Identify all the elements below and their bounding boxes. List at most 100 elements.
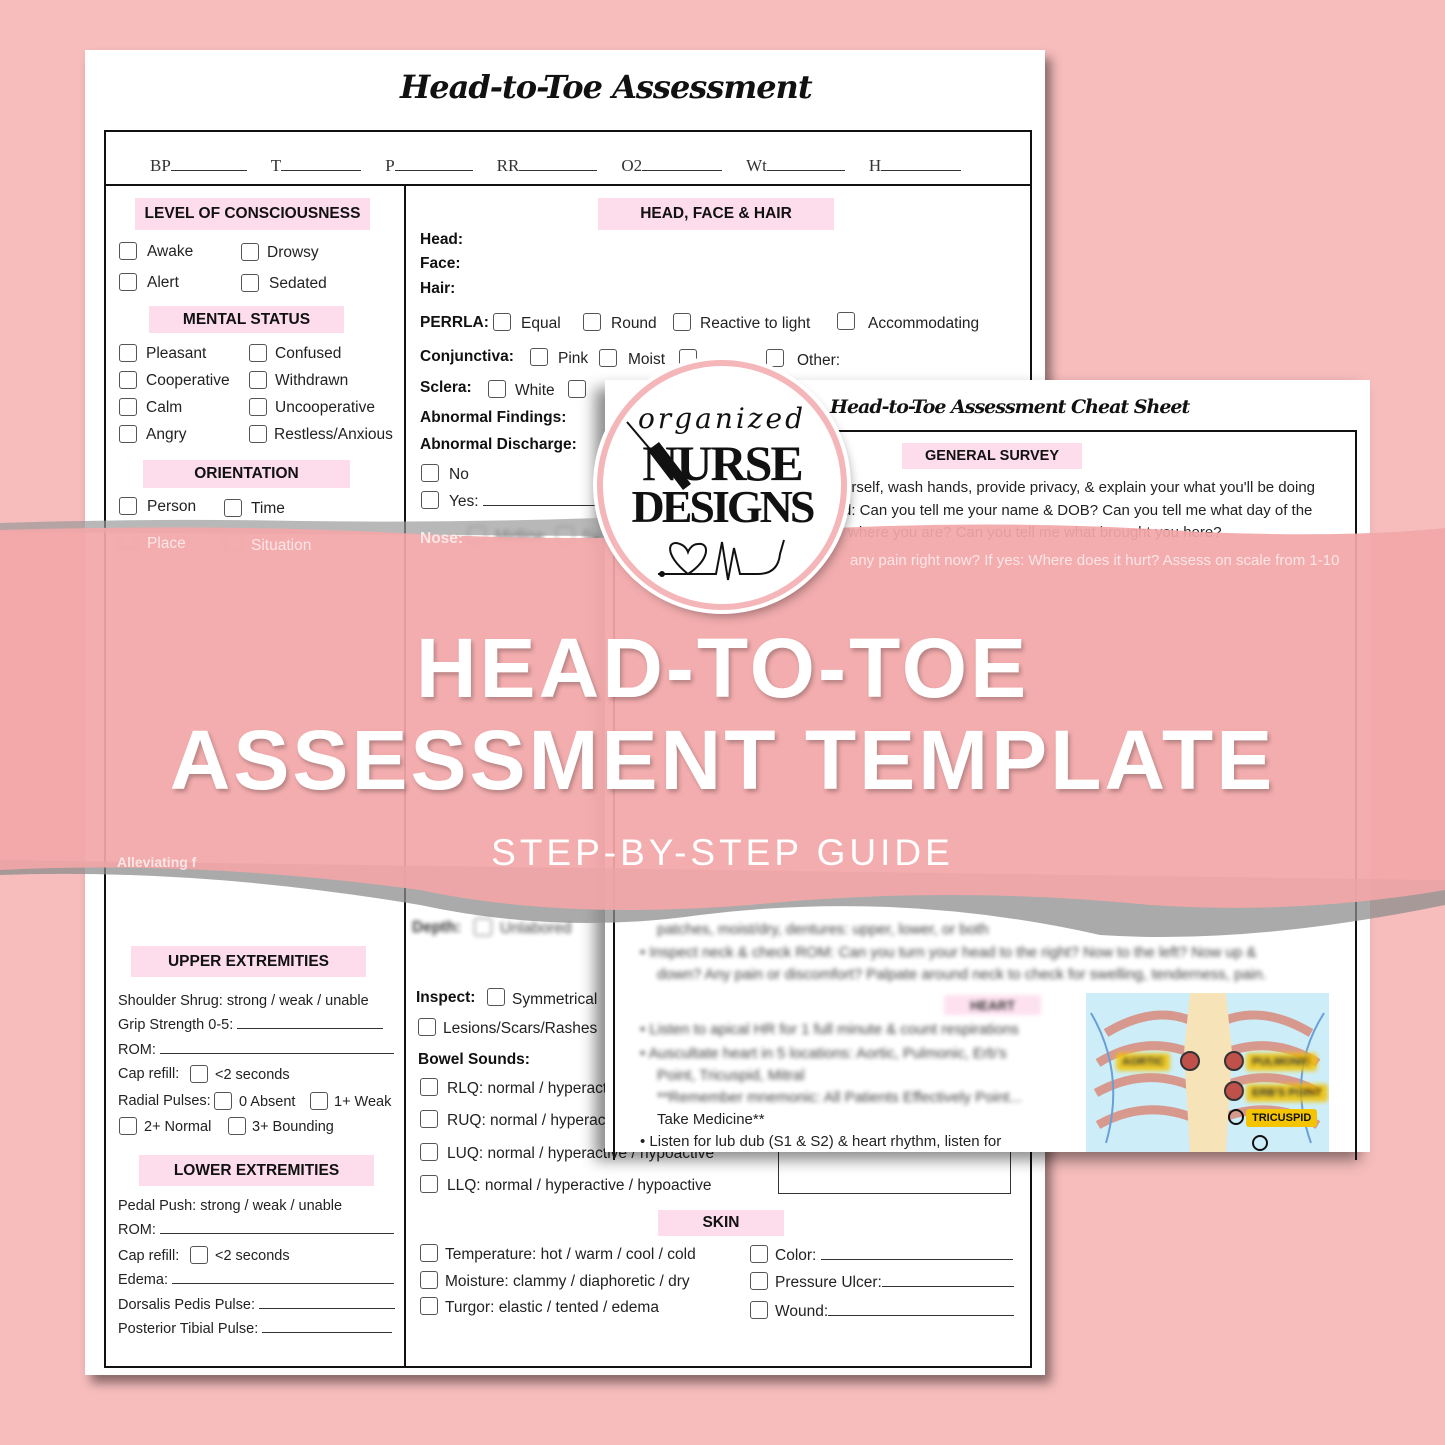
cooperative-checkbox[interactable] <box>119 371 137 389</box>
restless-label: Restless/Anxious <box>274 426 393 443</box>
yes-checkbox[interactable] <box>421 491 439 509</box>
place-label: Place <box>147 535 186 552</box>
lesions-checkbox[interactable] <box>418 1018 436 1036</box>
ruq-checkbox[interactable] <box>420 1110 438 1128</box>
nose-label: Nose: <box>420 530 464 547</box>
nose-sym-label: Sy <box>582 528 601 545</box>
lower-cap-refill-checkbox[interactable] <box>190 1246 208 1264</box>
round-label: Round <box>611 315 657 332</box>
pressure-ulcer-field[interactable]: Pressure Ulcer: <box>775 1274 1014 1292</box>
unlabored-checkbox[interactable] <box>474 918 492 936</box>
weak-checkbox[interactable] <box>310 1092 328 1110</box>
no-label: No <box>449 466 469 483</box>
wound-field[interactable]: Wound: <box>775 1303 1015 1321</box>
drowsy-checkbox[interactable] <box>241 243 259 261</box>
absent-checkbox[interactable] <box>214 1092 232 1110</box>
other-checkbox[interactable] <box>766 349 784 367</box>
vital-height[interactable]: H <box>869 156 962 176</box>
symmetrical-checkbox[interactable] <box>487 988 505 1006</box>
uncooperative-checkbox[interactable] <box>249 398 267 416</box>
drowsy-label: Drowsy <box>267 244 319 261</box>
form-title: Head-to-Toe Assessment <box>400 68 813 106</box>
normal-checkbox[interactable] <box>119 1117 137 1135</box>
pedal-push: Pedal Push: strong / weak / unable <box>118 1198 343 1214</box>
edema-field[interactable]: Edema: <box>118 1271 395 1289</box>
weak-label: 1+ Weak <box>334 1094 392 1110</box>
posterior-tibial-field[interactable]: Posterior Tibial Pulse: <box>118 1320 393 1338</box>
calm-checkbox[interactable] <box>119 398 137 416</box>
heartbeat-stethoscope-icon <box>658 539 785 581</box>
yes-field[interactable]: Yes: <box>449 493 603 511</box>
round-checkbox[interactable] <box>583 313 601 331</box>
bounding-checkbox[interactable] <box>228 1117 246 1135</box>
color-field[interactable]: Color: <box>775 1247 1013 1265</box>
moist-checkbox[interactable] <box>599 349 617 367</box>
confused-checkbox[interactable] <box>249 344 267 362</box>
no-checkbox[interactable] <box>421 464 439 482</box>
symmetrical-label: Symmetrical <box>512 991 598 1008</box>
pink-checkbox[interactable] <box>530 348 548 366</box>
uncooperative-label: Uncooperative <box>275 399 375 416</box>
midline-checkbox[interactable] <box>468 526 486 544</box>
survey-line-1: urself, wash hands, provide privacy, & e… <box>843 479 1316 496</box>
accommodating-checkbox[interactable] <box>837 312 855 330</box>
reactive-checkbox[interactable] <box>673 313 691 331</box>
alleviating-label: Alleviating f <box>117 854 197 870</box>
pink-label: Pink <box>558 350 589 367</box>
lower-cap-refill-option: <2 seconds <box>215 1248 290 1264</box>
color-checkbox[interactable] <box>750 1245 768 1263</box>
lower-rom-field[interactable]: ROM: <box>118 1221 394 1239</box>
awake-checkbox[interactable] <box>119 242 137 260</box>
bowel-sounds-label: Bowel Sounds: <box>418 1051 530 1068</box>
withdrawn-checkbox[interactable] <box>249 371 267 389</box>
heart-line-2: • Auscultate heart in 5 locations: Aorti… <box>640 1045 1007 1062</box>
turgor-checkbox[interactable] <box>420 1297 438 1315</box>
pleasant-checkbox[interactable] <box>119 344 137 362</box>
accommodating-label: Accommodating <box>868 315 980 332</box>
time-checkbox[interactable] <box>224 499 242 517</box>
temperature-checkbox[interactable] <box>420 1244 438 1262</box>
take-medicine-line: Take Medicine** <box>657 1111 765 1128</box>
conjunctiva-label: Conjunctiva: <box>420 348 514 365</box>
orientation-header: ORIENTATION <box>143 460 350 488</box>
pressure-ulcer-checkbox[interactable] <box>750 1272 768 1290</box>
vital-bp[interactable]: BP <box>150 156 247 176</box>
llq-checkbox[interactable] <box>420 1175 438 1193</box>
bounding-label: 3+ Bounding <box>252 1119 334 1135</box>
upper-cap-refill-checkbox[interactable] <box>190 1065 208 1083</box>
erbs-point-label: ERB'S POINT <box>1246 1084 1328 1102</box>
moisture-checkbox[interactable] <box>420 1271 438 1289</box>
vital-o2[interactable]: O2 <box>621 156 723 176</box>
rlq-checkbox[interactable] <box>420 1078 438 1096</box>
vital-rr[interactable]: RR <box>497 156 598 176</box>
vital-temp[interactable]: T <box>271 156 362 176</box>
situation-checkbox[interactable] <box>224 533 242 551</box>
vital-pulse[interactable]: P <box>385 156 473 176</box>
white-checkbox[interactable] <box>488 380 506 398</box>
sclera-hidden-checkbox[interactable] <box>568 380 586 398</box>
absent-label: 0 Absent <box>239 1094 296 1110</box>
nose-sym-checkbox[interactable] <box>556 526 574 544</box>
upper-extremities-header: UPPER EXTREMITIES <box>131 946 366 977</box>
banner-title-line-1: HEAD-TO-TOE <box>415 621 1030 715</box>
person-checkbox[interactable] <box>119 497 137 515</box>
restless-checkbox[interactable] <box>249 425 267 443</box>
sedated-label: Sedated <box>269 275 327 292</box>
luq-checkbox[interactable] <box>420 1143 438 1161</box>
upper-rom-field[interactable]: ROM: <box>118 1041 394 1059</box>
angry-checkbox[interactable] <box>119 425 137 443</box>
moist-label: Moist <box>628 351 666 368</box>
alert-checkbox[interactable] <box>119 273 137 291</box>
heart-header: HEART <box>944 995 1041 1015</box>
wound-checkbox[interactable] <box>750 1301 768 1319</box>
grip-strength-field[interactable]: Grip Strength 0-5: <box>118 1016 384 1034</box>
depth-label: Depth: <box>412 919 462 936</box>
sedated-checkbox[interactable] <box>241 274 259 292</box>
equal-checkbox[interactable] <box>493 313 511 331</box>
tricuspid-label: TRICUSPID <box>1246 1109 1318 1127</box>
vital-weight[interactable]: Wt <box>746 156 845 176</box>
dorsalis-pedis-field[interactable]: Dorsalis Pedis Pulse: <box>118 1296 396 1314</box>
sclera-label: Sclera: <box>420 379 472 396</box>
neck-line-2: down? Any pain or discomfort? Palpate ar… <box>657 966 1267 983</box>
place-checkbox[interactable] <box>119 531 137 549</box>
